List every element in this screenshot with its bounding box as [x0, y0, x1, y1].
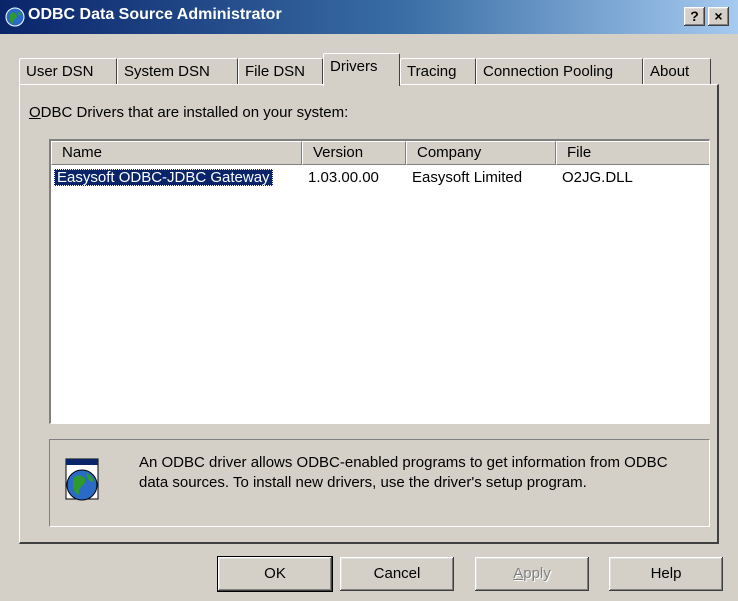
tab-connection-pooling[interactable]: Connection Pooling	[476, 58, 643, 85]
cancel-button[interactable]: Cancel	[340, 557, 454, 591]
apply-button[interactable]: Apply	[475, 557, 589, 591]
driver-company: Easysoft Limited	[412, 169, 523, 186]
close-title-button[interactable]: ×	[708, 7, 729, 26]
caption-accelerator: O	[29, 104, 41, 121]
ok-button[interactable]: OK	[217, 556, 333, 592]
odbc-driver-icon	[65, 458, 99, 501]
driver-name: Easysoft ODBC-JDBC Gateway	[54, 169, 273, 186]
title-bar[interactable]: ODBC Data Source Administrator ? ×	[0, 0, 738, 34]
column-header-file[interactable]: File	[556, 141, 709, 165]
column-header-name[interactable]: Name	[51, 141, 302, 165]
tab-system-dsn[interactable]: System DSN	[117, 58, 238, 85]
apply-label: pply	[523, 565, 551, 582]
caption-text: DBC Drivers that are installed on your s…	[40, 104, 349, 121]
drivers-caption: ODBC Drivers that are installed on your …	[29, 104, 348, 121]
apply-accelerator: A	[513, 565, 524, 582]
tab-user-dsn[interactable]: User DSN	[19, 58, 117, 85]
table-row[interactable]: Easysoft ODBC-JDBC Gateway 1.03.00.00 Ea…	[51, 167, 706, 189]
tab-about[interactable]: About	[643, 58, 711, 85]
help-title-button[interactable]: ?	[684, 7, 705, 26]
tab-file-dsn[interactable]: File DSN	[238, 58, 323, 85]
tab-drivers[interactable]: Drivers	[323, 53, 400, 86]
list-header: Name Version Company File	[51, 141, 709, 165]
tab-tracing[interactable]: Tracing	[400, 58, 476, 85]
info-box: An ODBC driver allows ODBC-enabled progr…	[49, 439, 710, 527]
column-header-company[interactable]: Company	[406, 141, 556, 165]
help-button[interactable]: Help	[609, 557, 723, 591]
info-text: An ODBC driver allows ODBC-enabled progr…	[139, 454, 668, 491]
column-header-version[interactable]: Version	[302, 141, 406, 165]
window-title: ODBC Data Source Administrator	[28, 6, 282, 23]
driver-version: 1.03.00.00	[308, 169, 379, 186]
odbc-globe-icon	[5, 7, 25, 27]
drivers-list[interactable]: Name Version Company File Easysoft ODBC-…	[49, 139, 710, 424]
driver-file: O2JG.DLL	[562, 169, 633, 186]
